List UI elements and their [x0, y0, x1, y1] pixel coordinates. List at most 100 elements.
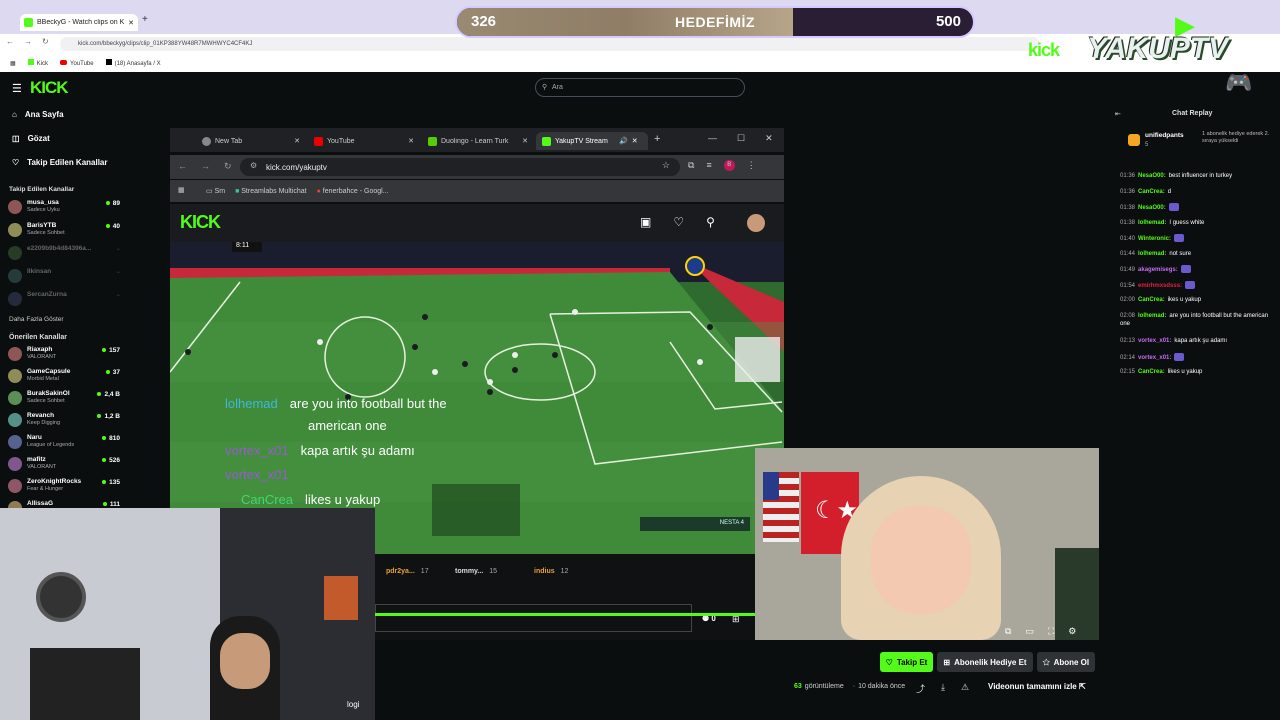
inner-kick-logo[interactable]: KICK [180, 212, 221, 233]
subscribe-button[interactable]: ✩ Abone Ol [1037, 652, 1095, 672]
kick-favicon-icon [24, 18, 33, 27]
viewer-count: 135 [102, 479, 120, 486]
chat-user[interactable]: akagemisegs: [1138, 267, 1178, 273]
inner-tab-yakuptv[interactable]: YakupTV Stream 🔊 ✕ [536, 132, 648, 150]
inner-bookmark-sm[interactable]: ▭ Sm [206, 187, 225, 195]
bookmark-x[interactable]: (18) Anasayfa / X [105, 59, 161, 67]
minimize-icon[interactable]: — [708, 133, 717, 144]
chat-input[interactable] [375, 604, 692, 632]
recommended-item[interactable]: Riaxaph VALORANT 157 [8, 345, 120, 365]
report-icon[interactable]: ⚠ [961, 682, 969, 695]
close-icon[interactable]: ✕ [128, 19, 134, 27]
chat-user[interactable]: CanCrea: [1138, 189, 1165, 195]
heart-icon[interactable]: ♡ [673, 215, 684, 229]
star-icon: ✩ [1042, 657, 1050, 667]
fenerbahce-logo [685, 256, 705, 276]
gift-sub-button[interactable]: ⊞ Abonelik Hediye Et [937, 652, 1033, 672]
close-icon: ✕ [294, 138, 300, 145]
nav-browse[interactable]: ◫ Gözat [12, 134, 50, 143]
inner-tab-newtab[interactable]: New Tab ✕ [196, 132, 306, 150]
close-icon: ✕ [631, 138, 638, 145]
reload-icon[interactable]: ↻ [224, 161, 232, 172]
channel-name: musa_usa [27, 199, 59, 206]
chat-user[interactable]: NesaO00: [1138, 173, 1166, 179]
search-placeholder: Ara [552, 84, 563, 91]
channel-name: BarisYTB [27, 222, 57, 229]
share-icon[interactable]: ⤴ [916, 682, 925, 695]
compass-icon: ◫ [12, 134, 20, 143]
kick-logo[interactable]: KICK [30, 78, 69, 98]
inner-tab-duolingo[interactable]: Duolingo - Learn Turk ✕ [422, 132, 534, 150]
nav-following[interactable]: ♡ Takip Edilen Kanallar [12, 158, 108, 167]
watch-full-button[interactable]: Videonun tamamını izle ⇱ [988, 682, 1086, 691]
inner-user-avatar[interactable] [747, 214, 765, 232]
chat-user[interactable]: CanCrea: [1138, 297, 1165, 303]
chat-user[interactable]: emirhmxsdsss: [1138, 283, 1182, 289]
bookmark-youtube[interactable]: YouTube [60, 59, 94, 67]
followed-item[interactable]: BarisYTB Sadece Sohbet 40 [8, 221, 120, 241]
inner-tab-youtube[interactable]: YouTube ✕ [308, 132, 420, 150]
show-more-link[interactable]: Daha Fazla Göster [9, 316, 64, 323]
chat-collapse-icon[interactable]: ⇤ [1115, 110, 1121, 118]
recommended-item[interactable]: Naru League of Legends 810 [8, 433, 120, 453]
back-icon[interactable]: ← [178, 161, 187, 172]
followed-item[interactable]: e2209b9b4d84396a... ⌁ [8, 244, 120, 264]
chat-user[interactable]: Winteronic: [1138, 236, 1171, 242]
recommended-item[interactable]: ZeroKnightRocks Fear & Hunger 135 [8, 477, 120, 497]
chat-user[interactable]: lolhemad: [1138, 251, 1166, 257]
recommended-item[interactable]: mafitz VALORANT 526 [8, 455, 120, 475]
chat-user[interactable]: lolhemad: [1138, 220, 1166, 226]
followed-item[interactable]: musa_usa Sadece Uyku 89 [8, 198, 120, 218]
extensions-icon[interactable]: ⧉ [688, 160, 694, 171]
theater-icon[interactable]: ▭ [1025, 626, 1034, 637]
inner-new-tab-button[interactable]: + [654, 133, 660, 145]
chat-user[interactable]: NesaO00: [1138, 205, 1166, 211]
more-icon[interactable]: ⋮ [747, 160, 756, 171]
menu-icon[interactable]: ☰ [12, 82, 22, 95]
logi-label: logi [347, 700, 360, 709]
recommended-item[interactable]: Revanch Keep Digging 1,2 B [8, 411, 120, 431]
url-bar[interactable]: kick.com/bbeckyg/clips/clip_01KP388YW48R… [60, 37, 1040, 51]
new-tab-button[interactable]: + [142, 14, 148, 25]
bookmark-kick[interactable]: Kick [27, 59, 48, 67]
search-icon[interactable]: ⚲ [706, 215, 715, 229]
chat-user[interactable]: lolhemad: [1138, 313, 1166, 319]
forward-icon[interactable]: → [24, 37, 32, 46]
apps-icon[interactable]: ▦ [10, 60, 16, 67]
fullscreen-icon[interactable]: ⛶ [1048, 626, 1054, 637]
star-icon[interactable]: ☆ [662, 160, 670, 171]
minimap [432, 484, 520, 536]
followed-item[interactable]: SercanZurna ⌁ [8, 290, 120, 310]
pip-icon[interactable]: ⧉ [1005, 626, 1011, 637]
chat-user[interactable]: vortex_x01: [1138, 355, 1171, 361]
back-icon[interactable]: ← [6, 37, 14, 46]
inner-url-bar[interactable]: ⚙ kick.com/yakuptv ☆ [240, 158, 680, 176]
channel-name: ZeroKnightRocks [27, 478, 82, 485]
channel-avatar [8, 223, 22, 237]
close-window-icon[interactable]: ✕ [765, 133, 773, 144]
recommended-item[interactable]: BurakSakinOl Sadece Sohbet 2,4 B [8, 389, 120, 409]
inner-bookmark-streamlabs[interactable]: ■ Streamlabs Multichat [235, 188, 307, 195]
chat-user[interactable]: CanCrea: [1138, 369, 1165, 375]
recommended-item[interactable]: GameCapsule Morbid Metal 37 [8, 367, 120, 387]
settings-icon[interactable]: ⚙ [1068, 626, 1076, 637]
reload-icon[interactable]: ↻ [42, 37, 49, 46]
chat-panel [1110, 104, 1280, 720]
download-icon[interactable]: ⤓ [941, 682, 945, 695]
chat-message: 01:36 NesaO00: best influencer in turkey [1120, 172, 1270, 180]
inner-bookmark-google[interactable]: ● fenerbahce - Googl... [317, 188, 389, 195]
follow-button[interactable]: ♡ Takip Et [880, 652, 933, 672]
nav-home[interactable]: ⌂ Ana Sayfa [12, 110, 64, 119]
media-icon[interactable]: ≡ [706, 160, 711, 171]
channel-category: Keep Digging [27, 420, 61, 426]
search-input[interactable]: ⚲ Ara [535, 78, 745, 97]
forward-icon[interactable]: → [201, 161, 210, 172]
profile-avatar[interactable]: B [723, 160, 735, 171]
maximize-icon[interactable]: ☐ [737, 133, 745, 144]
browser-tab[interactable]: BBeckyG - Watch clips on K ✕ [20, 14, 138, 31]
chat-user[interactable]: vortex_x01: [1138, 338, 1171, 344]
calendar-icon[interactable]: ▣ [640, 215, 651, 229]
chat-message: 02:14 vortex_x01: [1120, 353, 1270, 362]
followed-item[interactable]: Ilkinsan ⌁ [8, 267, 120, 287]
apps-icon: ▦ [178, 187, 185, 194]
